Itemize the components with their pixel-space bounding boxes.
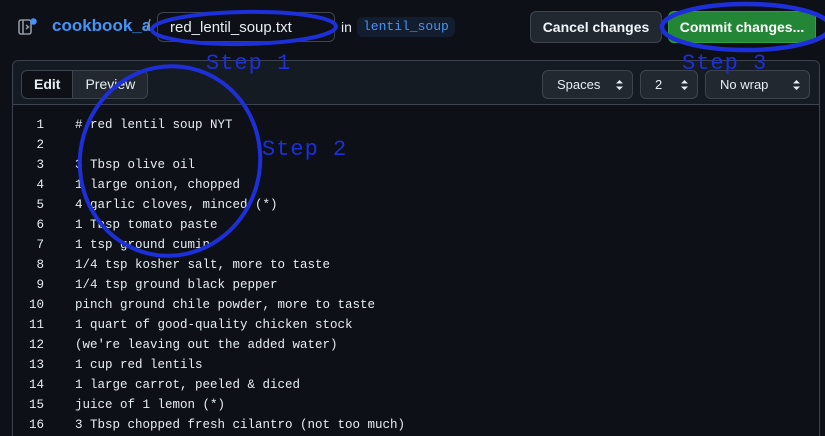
line-text: juice of 1 lemon (*) bbox=[75, 398, 226, 412]
code-line[interactable]: 5 4 garlic cloves, minced (*) bbox=[13, 195, 819, 215]
code-line[interactable]: 14 1 large carrot, peeled & diced bbox=[13, 375, 819, 395]
indent-mode-select[interactable]: Spaces bbox=[542, 70, 633, 99]
code-line[interactable]: 10 pinch ground chile powder, more to tas… bbox=[13, 295, 819, 315]
line-text: pinch ground chile powder, more to taste bbox=[75, 298, 376, 312]
step3-label: Step 3 bbox=[682, 51, 768, 76]
step1-label: Step 1 bbox=[206, 51, 292, 76]
line-text: 1 Tbsp tomato paste bbox=[75, 218, 218, 232]
file-tree-toggle-icon[interactable] bbox=[18, 18, 38, 36]
line-text: 3 Tbsp chopped fresh cilantro (not too m… bbox=[75, 418, 406, 432]
line-text: 1/4 tsp kosher salt, more to taste bbox=[75, 258, 331, 272]
line-number: 7 bbox=[36, 238, 44, 252]
line-number: 11 bbox=[28, 318, 44, 332]
commit-changes-button[interactable]: Commit changes... bbox=[668, 11, 816, 43]
repo-link[interactable]: cookbook_a bbox=[52, 16, 151, 36]
line-number: 14 bbox=[28, 378, 44, 392]
code-line[interactable]: 3 3 Tbsp olive oil bbox=[13, 155, 819, 175]
code-line[interactable]: 15 juice of 1 lemon (*) bbox=[13, 395, 819, 415]
code-line[interactable]: 7 1 tsp ground cumin bbox=[13, 235, 819, 255]
line-number: 15 bbox=[28, 398, 44, 412]
code-line[interactable]: 6 1 Tbsp tomato paste bbox=[13, 215, 819, 235]
line-text: 1 large onion, chopped bbox=[75, 178, 241, 192]
tab-edit[interactable]: Edit bbox=[22, 71, 74, 98]
line-number: 10 bbox=[28, 298, 44, 312]
indent-mode-value: Spaces bbox=[557, 77, 601, 92]
line-text: 1 quart of good-quality chicken stock bbox=[75, 318, 353, 332]
code-line[interactable]: 13 1 cup red lentils bbox=[13, 355, 819, 375]
line-number: 9 bbox=[36, 278, 44, 292]
filename-input[interactable] bbox=[157, 12, 335, 42]
tab-preview[interactable]: Preview bbox=[73, 71, 147, 98]
code-line[interactable]: 12 (we're leaving out the added water) bbox=[13, 335, 819, 355]
select-arrows-icon bbox=[793, 80, 800, 90]
code-line[interactable]: 11 1 quart of good-quality chicken stock bbox=[13, 315, 819, 335]
line-text: 4 garlic cloves, minced (*) bbox=[75, 198, 278, 212]
indent-size-value: 2 bbox=[655, 77, 663, 92]
code-editor[interactable]: 1 # red lentil soup NYT 2 3 3 Tbsp olive oil… bbox=[13, 115, 819, 435]
line-text: 1/4 tsp ground black pepper bbox=[75, 278, 278, 292]
line-number: 1 bbox=[36, 118, 44, 132]
code-line[interactable]: 2 bbox=[13, 135, 819, 155]
code-line[interactable]: 9 1/4 tsp ground black pepper bbox=[13, 275, 819, 295]
line-text: 1 cup red lentils bbox=[75, 358, 203, 372]
in-label: in bbox=[341, 19, 352, 35]
line-number: 6 bbox=[36, 218, 44, 232]
line-text: # red lentil soup NYT bbox=[75, 118, 233, 132]
select-arrows-icon bbox=[616, 80, 623, 90]
code-line[interactable]: 4 1 large onion, chopped bbox=[13, 175, 819, 195]
edit-preview-tabs: Edit Preview bbox=[21, 70, 149, 99]
line-number: 16 bbox=[28, 418, 44, 432]
wrap-mode-value: No wrap bbox=[720, 77, 769, 92]
line-text: 1 tsp ground cumin bbox=[75, 238, 211, 252]
line-number: 13 bbox=[28, 358, 44, 372]
editor-header: cookbook_a / in lentil_soup Cancel chang… bbox=[0, 0, 825, 56]
line-number: 5 bbox=[36, 198, 44, 212]
select-arrows-icon bbox=[681, 80, 688, 90]
code-line[interactable]: 16 3 Tbsp chopped fresh cilantro (not too… bbox=[13, 415, 819, 435]
line-number: 4 bbox=[36, 178, 44, 192]
line-number: 12 bbox=[28, 338, 44, 352]
code-line[interactable]: 1 # red lentil soup NYT bbox=[13, 115, 819, 135]
path-separator: / bbox=[146, 16, 151, 35]
line-number: 8 bbox=[36, 258, 44, 272]
code-line[interactable]: 8 1/4 tsp kosher salt, more to taste bbox=[13, 255, 819, 275]
line-number: 3 bbox=[36, 158, 44, 172]
step2-label: Step 2 bbox=[262, 137, 348, 162]
line-text: 3 Tbsp olive oil bbox=[75, 158, 196, 172]
branch-badge[interactable]: lentil_soup bbox=[357, 17, 455, 37]
editor-panel: Edit Preview Spaces 2 No wrap 1 # red len… bbox=[12, 60, 820, 436]
cancel-changes-button[interactable]: Cancel changes bbox=[530, 11, 662, 43]
line-text: (we're leaving out the added water) bbox=[75, 338, 338, 352]
line-text: 1 large carrot, peeled & diced bbox=[75, 378, 301, 392]
line-number: 2 bbox=[36, 138, 44, 152]
